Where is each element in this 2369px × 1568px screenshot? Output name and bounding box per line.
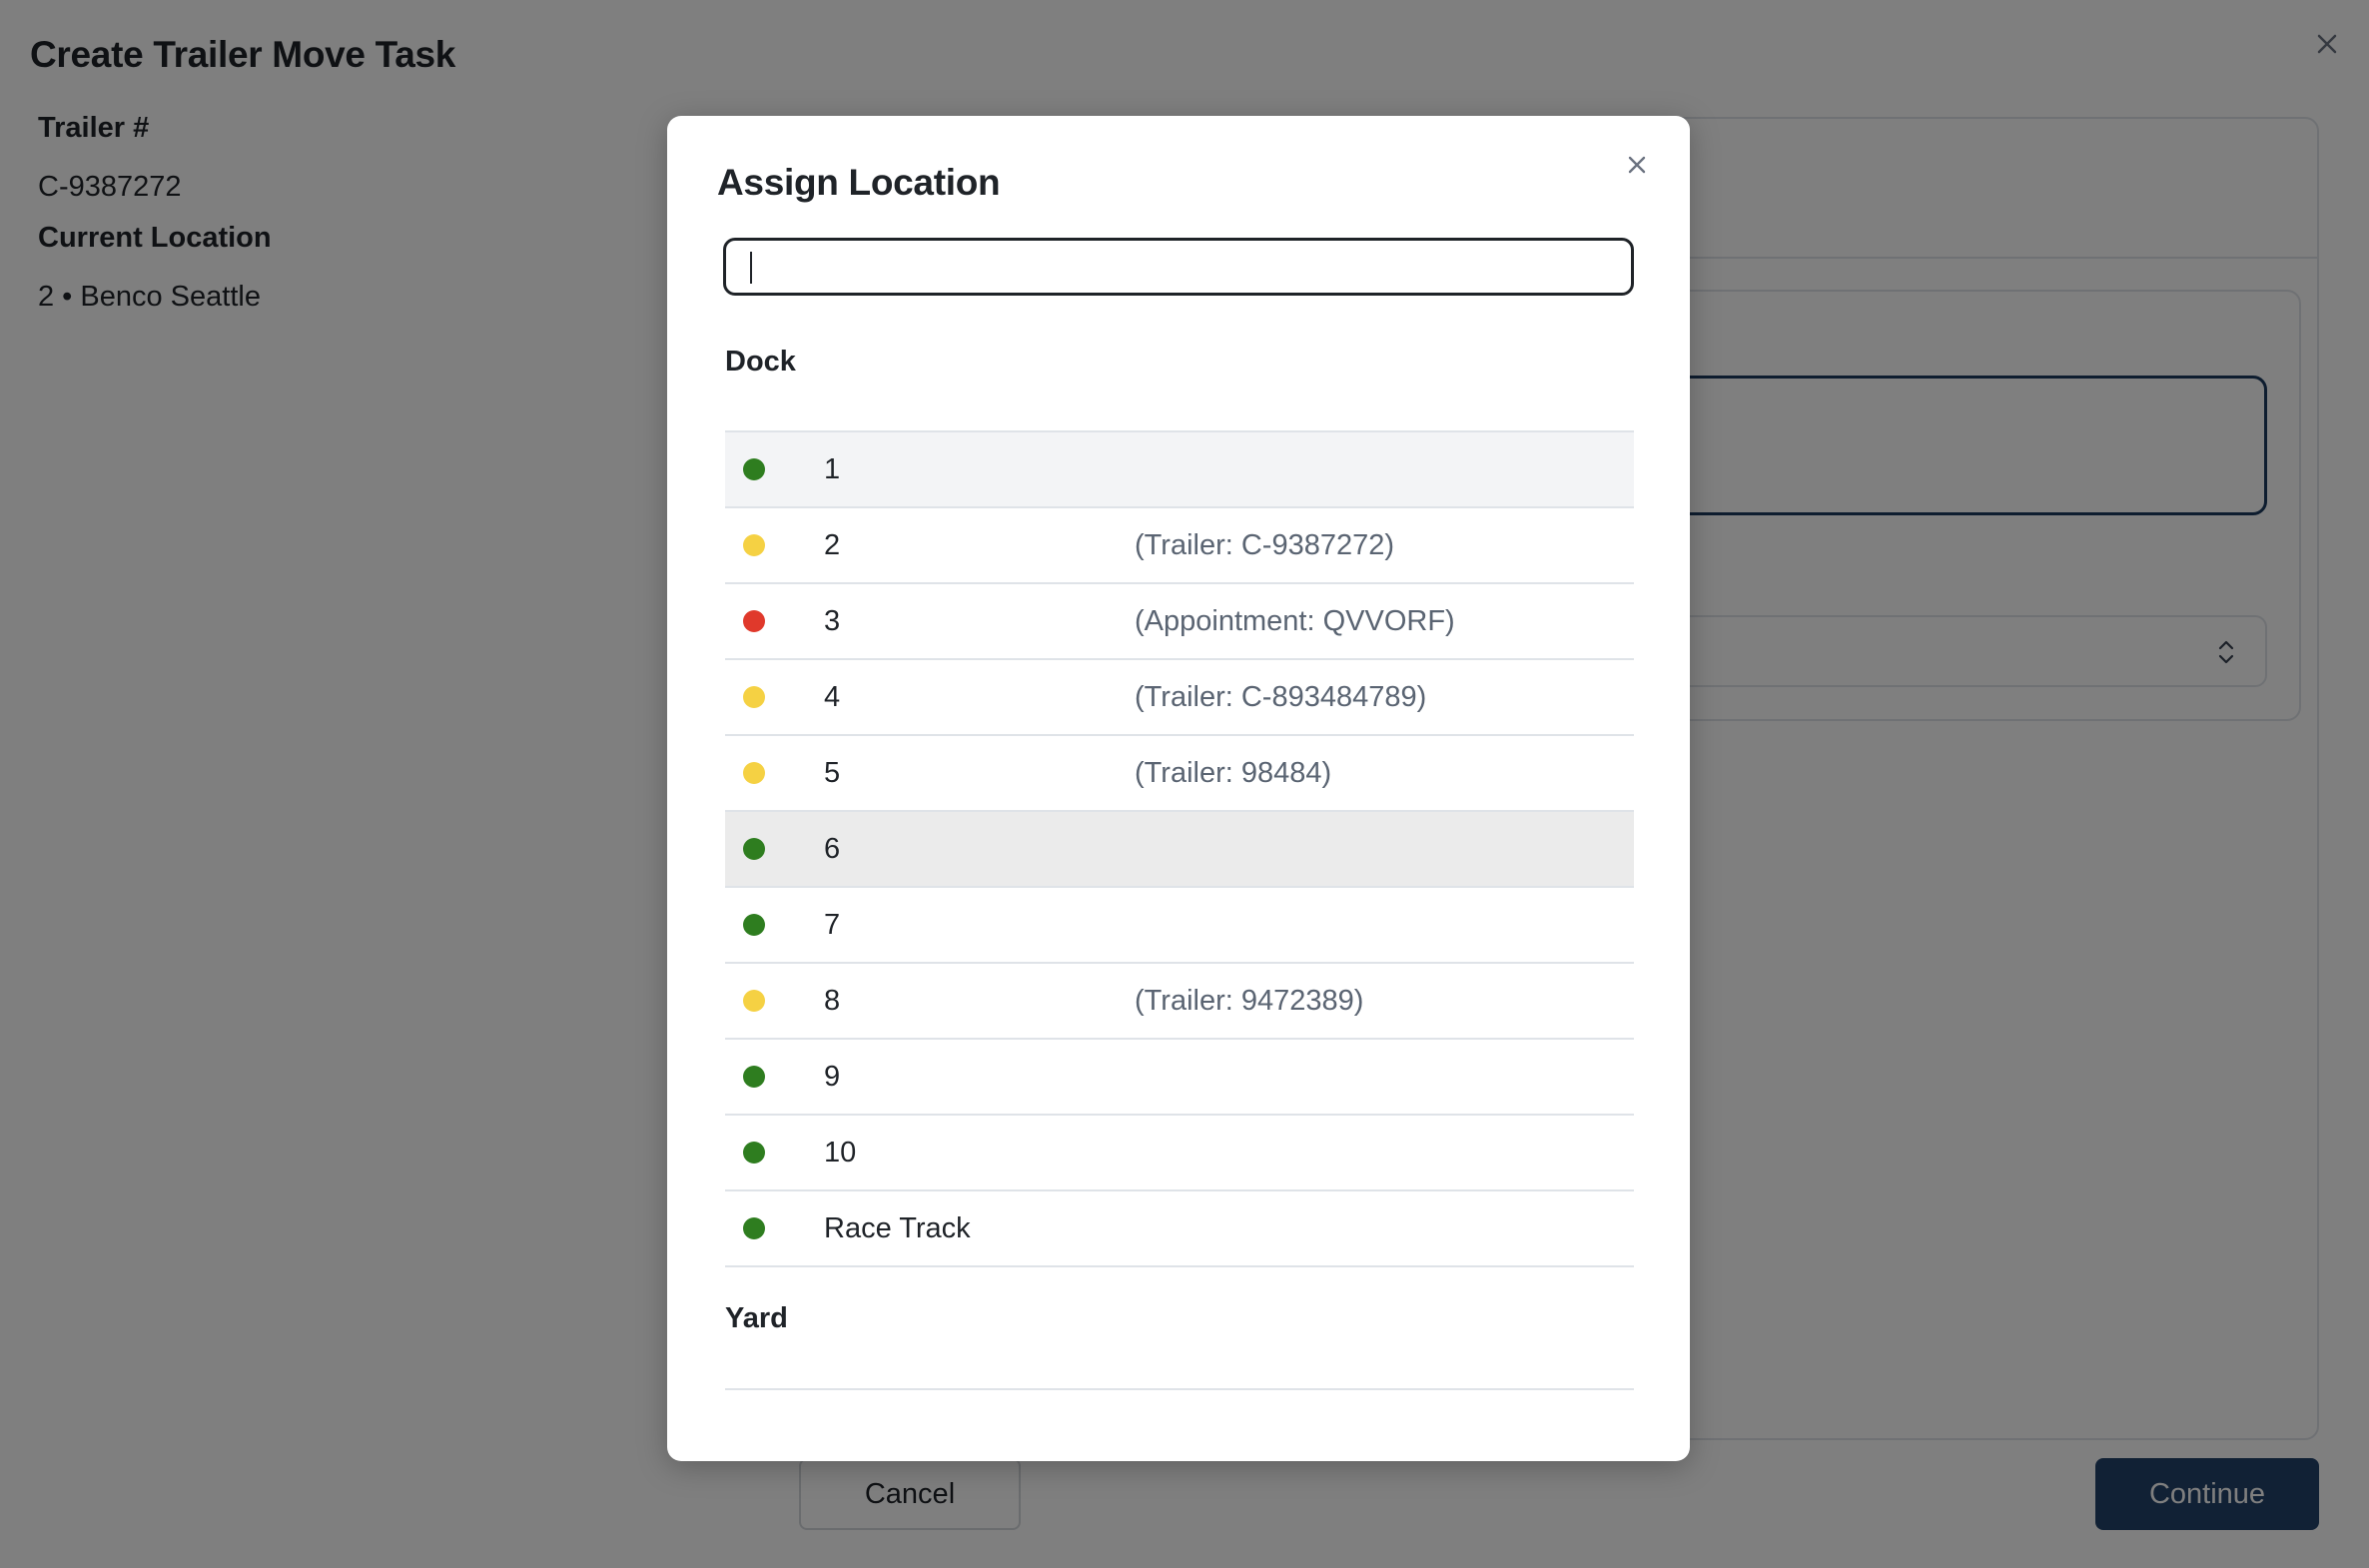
status-dot-available (743, 914, 765, 936)
status-dot-occupied (743, 534, 765, 556)
location-name: 3 (824, 604, 841, 637)
status-dot-available (743, 1142, 765, 1164)
status-dot-available (743, 458, 765, 480)
yard-section-divider (725, 1388, 1634, 1390)
location-name: 9 (824, 1060, 841, 1093)
location-detail: (Trailer: C-893484789) (1135, 680, 1427, 713)
location-name: 8 (824, 984, 841, 1017)
list-item[interactable]: 1 (725, 432, 1634, 508)
location-name: Race Track (824, 1211, 971, 1244)
assign-location-modal: Assign Location Dock 1 2 (Trailer: C-938… (667, 116, 1690, 1461)
list-item[interactable]: 7 (725, 888, 1634, 964)
modal-title: Assign Location (717, 162, 1001, 203)
location-detail: (Appointment: QVVORF) (1135, 604, 1455, 637)
list-item[interactable]: 5 (Trailer: 98484) (725, 736, 1634, 812)
location-name: 2 (824, 528, 841, 561)
location-search-input[interactable] (723, 238, 1634, 296)
location-name: 10 (824, 1136, 857, 1169)
status-dot-available (743, 838, 765, 860)
list-item[interactable]: 10 (725, 1116, 1634, 1191)
list-item[interactable]: 8 (Trailer: 9472389) (725, 964, 1634, 1040)
list-item[interactable]: 2 (Trailer: C-9387272) (725, 508, 1634, 584)
location-detail: (Trailer: C-9387272) (1135, 528, 1395, 561)
text-cursor (750, 252, 752, 284)
list-item[interactable]: Race Track (725, 1191, 1634, 1267)
status-dot-occupied (743, 990, 765, 1012)
section-title-yard: Yard (725, 1302, 788, 1334)
list-item[interactable]: 3 (Appointment: QVVORF) (725, 584, 1634, 660)
status-dot-occupied (743, 762, 765, 784)
section-title-dock: Dock (725, 346, 796, 378)
list-item[interactable]: 9 (725, 1040, 1634, 1116)
location-detail: (Trailer: 98484) (1135, 756, 1332, 789)
status-dot-reserved (743, 610, 765, 632)
close-icon[interactable] (1622, 150, 1652, 180)
location-detail: (Trailer: 9472389) (1135, 984, 1364, 1017)
status-dot-occupied (743, 686, 765, 708)
location-name: 5 (824, 756, 841, 789)
location-name: 4 (824, 680, 841, 713)
location-name: 6 (824, 832, 841, 865)
list-item[interactable]: 4 (Trailer: C-893484789) (725, 660, 1634, 736)
list-item[interactable]: 6 (725, 812, 1634, 888)
location-name: 1 (824, 452, 841, 485)
location-name: 7 (824, 908, 841, 941)
status-dot-available (743, 1066, 765, 1088)
dock-location-list: 1 2 (Trailer: C-9387272) 3 (Appointment:… (725, 430, 1634, 1267)
status-dot-available (743, 1217, 765, 1239)
